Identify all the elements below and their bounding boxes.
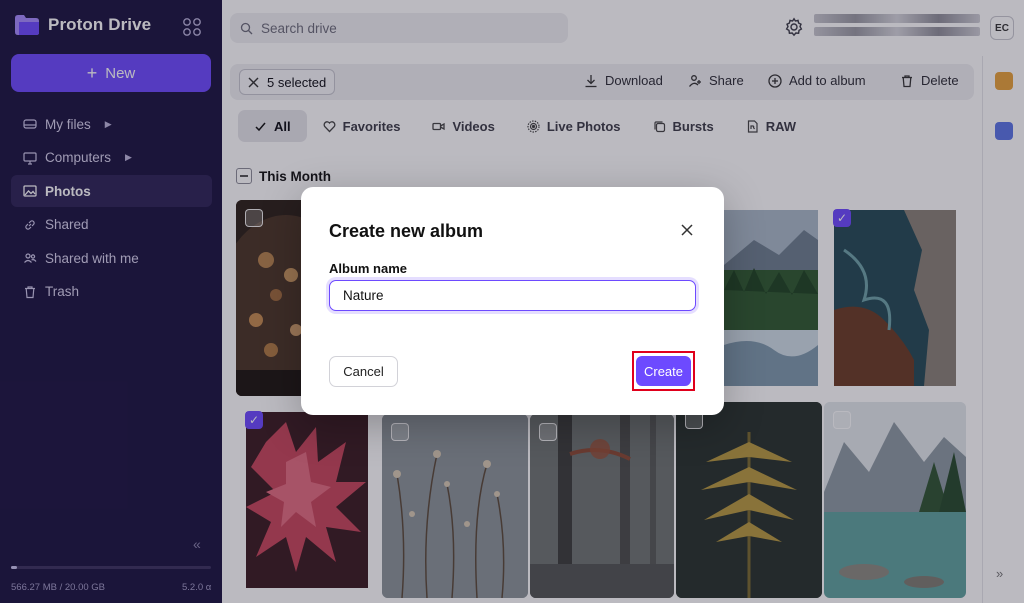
create-button-highlight: Create — [632, 351, 695, 391]
close-icon[interactable] — [679, 222, 695, 238]
create-button[interactable]: Create — [636, 356, 691, 386]
album-name-label: Album name — [329, 261, 408, 276]
create-album-dialog: Create new album Album name Cancel Creat… — [301, 187, 724, 415]
album-name-input[interactable] — [329, 280, 696, 311]
dialog-title: Create new album — [329, 221, 484, 241]
cancel-button[interactable]: Cancel — [329, 356, 398, 387]
